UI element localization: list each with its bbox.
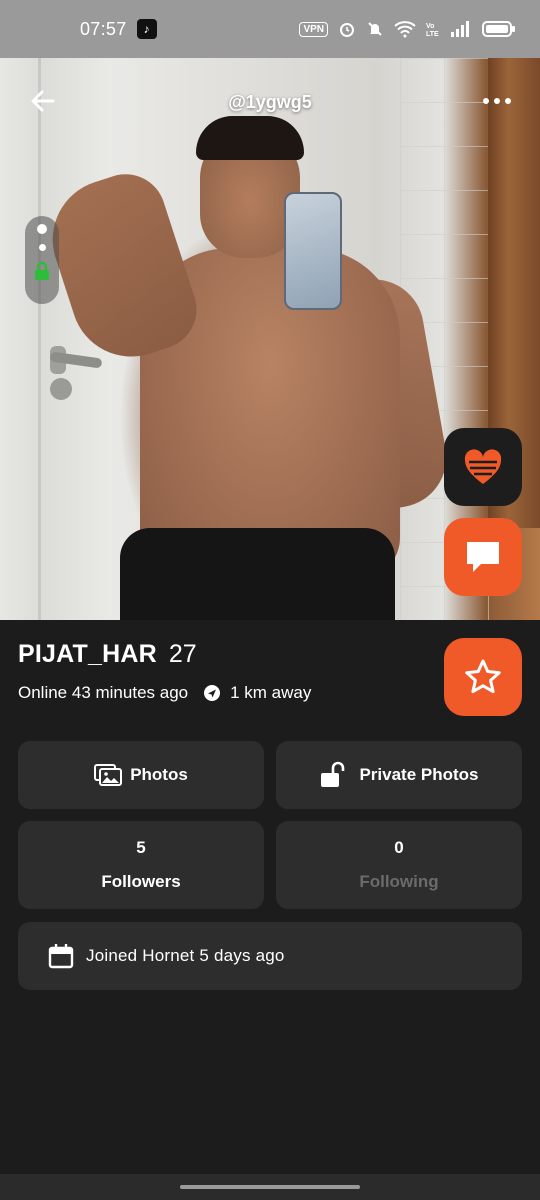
more-icon — [494, 98, 500, 104]
private-photos-button[interactable]: Private Photos — [276, 741, 522, 809]
photo-door-lock — [50, 378, 72, 400]
lock-icon — [35, 261, 49, 280]
joined-info: Joined Hornet 5 days ago — [18, 922, 522, 990]
followers-count: 5 — [136, 838, 146, 857]
calendar-icon — [48, 944, 74, 969]
star-icon — [465, 659, 501, 694]
battery-icon — [482, 21, 515, 37]
status-time: 07:57 — [80, 18, 127, 39]
tiktok-notification-icon: ♪ — [136, 19, 157, 39]
photo-phone — [284, 192, 342, 310]
photos-label: Photos — [130, 765, 188, 784]
profile-handle: @1ygwg5 — [228, 91, 312, 112]
photos-icon — [94, 764, 123, 786]
heart-icon — [464, 449, 502, 484]
alarm-icon — [340, 23, 354, 37]
svg-text:LTE: LTE — [426, 31, 439, 38]
home-indicator[interactable] — [180, 1185, 360, 1189]
distance: 1 km away — [230, 683, 312, 702]
photo-hair — [196, 116, 304, 160]
profile-name: PIJAT_HAR — [18, 640, 157, 668]
more-icon — [483, 98, 489, 104]
volte-icon: VoLTE — [426, 23, 439, 38]
pager-dot — [38, 244, 46, 251]
navigation-icon — [204, 685, 221, 701]
following-button[interactable]: 0 Following — [276, 821, 522, 909]
private-photos-label: Private Photos — [359, 765, 479, 784]
profile-header: PIJAT_HAR 27 Online 43 minutes ago 1 km … — [18, 640, 311, 703]
svg-text:Vo: Vo — [426, 23, 434, 30]
status-bar: 07:57 ♪ VPN Vo LTE — [0, 0, 540, 58]
photo-background — [38, 58, 41, 620]
pager-dot-active — [37, 224, 47, 234]
profile-top-bar: @1ygwg5 — [0, 84, 540, 120]
woof-button[interactable] — [444, 428, 522, 506]
mute-icon — [368, 22, 382, 36]
photo-shorts — [120, 528, 395, 620]
system-nav-bar — [0, 1174, 540, 1200]
chat-icon — [467, 542, 499, 572]
status-icons: VPN Vo LTE — [299, 20, 516, 38]
following-count: 0 — [394, 838, 404, 857]
back-arrow-icon — [31, 90, 55, 112]
profile-meta: Online 43 minutes ago 1 km away — [18, 683, 311, 703]
favorite-button[interactable] — [444, 638, 522, 716]
vpn-badge: VPN — [299, 21, 328, 37]
name-row: PIJAT_HAR 27 — [18, 640, 311, 669]
online-status: Online 43 minutes ago — [18, 683, 189, 702]
photos-button[interactable]: Photos — [18, 741, 264, 809]
more-options-button[interactable] — [480, 84, 514, 118]
more-icon — [505, 98, 511, 104]
signal-icon — [451, 21, 469, 37]
profile-age: 27 — [168, 640, 197, 668]
unlock-icon — [321, 761, 345, 787]
back-button[interactable] — [26, 84, 60, 118]
chat-button[interactable] — [444, 518, 522, 596]
wifi-icon — [394, 21, 416, 38]
following-label: Following — [359, 872, 439, 891]
photo-pager-indicator[interactable] — [25, 216, 59, 304]
followers-label: Followers — [101, 872, 181, 891]
joined-text: Joined Hornet 5 days ago — [86, 946, 285, 965]
followers-button[interactable]: 5 Followers — [18, 821, 264, 909]
